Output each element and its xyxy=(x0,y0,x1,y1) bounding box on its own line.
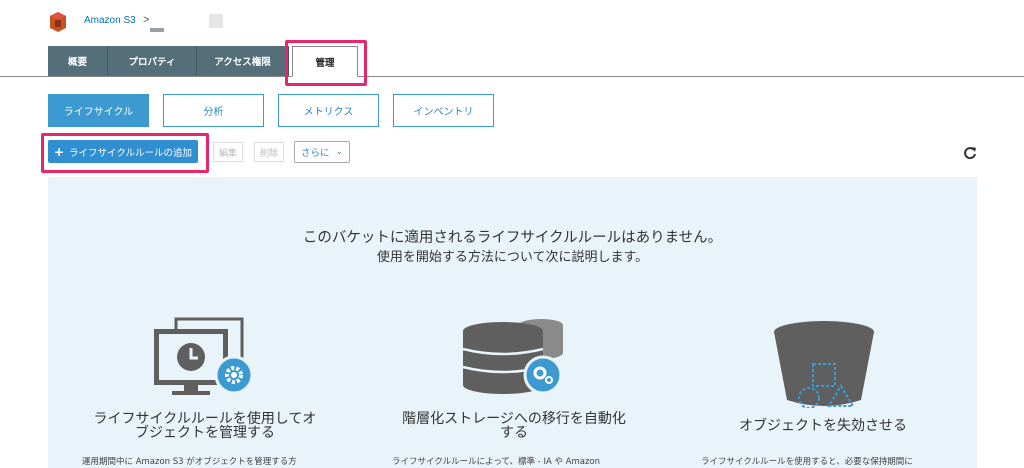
card-tiered-storage-body: ライフサイクルルールによって、標準 - IA や Amazon xyxy=(392,457,601,467)
card-tiered-storage-title: 階層化ストレージへの移行を自動化 する xyxy=(386,412,642,440)
delete-button[interactable]: 削除 xyxy=(254,142,284,162)
card-title-line: ブジェクトを管理する xyxy=(135,425,275,441)
card-expire-objects-title: オブジェクトを失効させる xyxy=(720,419,926,433)
refresh-icon[interactable] xyxy=(963,146,977,160)
empty-state-message: このバケットに適用されるライフサイクルルールはありません。 xyxy=(302,230,723,246)
bucket-icon xyxy=(774,321,874,408)
breadcrumb-amazon-s3[interactable]: Amazon S3 xyxy=(84,15,136,26)
card-title-line: オブジェクトを失効させる xyxy=(739,418,907,434)
breadcrumb-separator: > xyxy=(143,14,150,26)
tab-properties[interactable]: プロパティ xyxy=(108,46,197,76)
more-actions-dropdown[interactable]: さらに ⌄ xyxy=(294,141,350,163)
tab-overview[interactable]: 概要 xyxy=(48,46,108,76)
tab-permissions[interactable]: アクセス権限 xyxy=(197,46,289,76)
tabs-divider xyxy=(0,76,1024,77)
card-expire-objects-body: ライフサイクルルールを使用すると、必要な保持期間に xyxy=(701,457,913,467)
subtab-metrics[interactable]: メトリクス xyxy=(278,94,379,127)
amazon-s3-logo-icon[interactable] xyxy=(50,12,66,32)
highlight-management-tab xyxy=(285,40,367,86)
card-title-line: する xyxy=(500,425,528,441)
more-actions-label: さらに xyxy=(300,148,330,159)
redacted-block xyxy=(209,14,223,28)
card-manage-objects-title: ライフサイクルルールを使用してオ ブジェクトを管理する xyxy=(80,412,330,440)
clock-monitor-gear-icon xyxy=(154,317,254,395)
database-gear-icon xyxy=(462,319,563,395)
empty-state-submessage: 使用を開始する方法について次に説明します。 xyxy=(376,250,649,265)
card-title-line: ライフサイクルルールを使用してオ xyxy=(93,411,317,427)
subtab-analytics[interactable]: 分析 xyxy=(163,94,264,127)
subtab-lifecycle[interactable]: ライフサイクル xyxy=(48,94,149,127)
highlight-add-button xyxy=(41,133,209,173)
edit-button[interactable]: 編集 xyxy=(213,142,243,162)
bucket-name-redacted[interactable] xyxy=(150,28,164,32)
chevron-down-icon: ⌄ xyxy=(335,147,344,157)
subtab-inventory[interactable]: インベントリ xyxy=(393,94,494,127)
card-manage-objects-body: 運用期間中に Amazon S3 がオブジェクトを管理する方 xyxy=(82,457,297,467)
card-title-line: 階層化ストレージへの移行を自動化 xyxy=(402,411,626,427)
